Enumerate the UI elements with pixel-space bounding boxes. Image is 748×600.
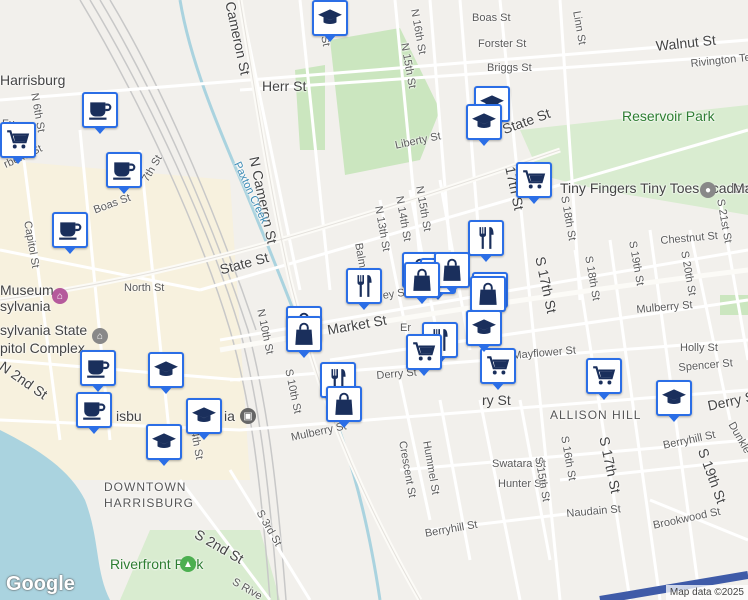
shopping-bag-icon	[439, 257, 465, 283]
map-marker-graduation-cap[interactable]	[466, 104, 502, 146]
city-label: Harrisburg	[0, 72, 66, 88]
map-marker-shopping-bag[interactable]	[326, 386, 362, 428]
poi-label: pitol Complex	[0, 340, 85, 356]
capitol-poi-icon[interactable]: ⌂	[92, 328, 108, 344]
neighborhood-label: ALLISON HILL	[550, 408, 642, 422]
neighborhood-label: DOWNTOWN	[104, 480, 187, 494]
museum-poi-icon[interactable]: ⌂	[52, 288, 68, 304]
graduation-cap-icon	[191, 403, 217, 429]
shopping-bag-icon	[475, 281, 501, 307]
park-poi-icon[interactable]: ▲	[180, 556, 196, 572]
map-marker-graduation-cap[interactable]	[656, 380, 692, 422]
coffee-icon	[81, 397, 107, 423]
map-marker-cart[interactable]	[516, 162, 552, 204]
cart-icon	[411, 339, 437, 365]
street-label: Er	[400, 322, 411, 334]
restaurant-icon	[473, 225, 499, 251]
coffee-icon	[111, 157, 137, 183]
neighborhood-label: HARRISBURG	[104, 496, 195, 510]
cart-icon	[5, 127, 31, 153]
map-canvas[interactable]: Boas St Forster St N 16th St Linn St Wal…	[0, 0, 748, 600]
coffee-icon	[85, 355, 111, 381]
map-marker-coffee[interactable]	[106, 152, 142, 194]
street-label: ry St	[482, 392, 511, 408]
map-marker-cart[interactable]	[586, 358, 622, 400]
map-marker-graduation-cap[interactable]	[186, 398, 222, 440]
restaurant-icon	[351, 273, 377, 299]
map-marker-coffee[interactable]	[82, 92, 118, 134]
shopping-bag-icon	[331, 391, 357, 417]
map-marker-cart[interactable]	[480, 348, 516, 390]
map-marker-coffee[interactable]	[52, 212, 88, 254]
map-marker-cart[interactable]	[0, 122, 36, 164]
poi-label[interactable]: Museum	[0, 282, 54, 298]
poi-label: Ma	[733, 180, 748, 196]
graduation-cap-icon	[151, 429, 177, 455]
graduation-cap-icon	[471, 109, 497, 135]
shopping-bag-icon	[291, 321, 317, 347]
street-label: ia	[224, 408, 235, 424]
cart-icon	[485, 353, 511, 379]
street-label: Forster St	[478, 38, 527, 50]
poi-label[interactable]: Tiny Fingers Tiny Toes Academy	[560, 180, 748, 196]
street-label: Briggs St	[487, 62, 532, 74]
train-station-icon[interactable]: ▣	[240, 408, 256, 424]
google-logo[interactable]: Google	[6, 573, 75, 596]
map-marker-restaurant[interactable]	[468, 220, 504, 262]
map-marker-graduation-cap[interactable]	[312, 0, 348, 42]
map-marker-coffee[interactable]	[80, 350, 116, 392]
cart-icon	[521, 167, 547, 193]
graduation-cap-icon	[661, 385, 687, 411]
graduation-cap-icon	[471, 315, 497, 341]
map-marker-coffee[interactable]	[76, 392, 112, 434]
school-poi-icon[interactable]: ●	[700, 182, 716, 198]
street-label: North St	[124, 282, 165, 294]
map-marker-restaurant[interactable]	[346, 268, 382, 310]
map-attribution[interactable]: Map data ©2025	[665, 585, 748, 600]
cart-icon	[591, 363, 617, 389]
street-label: Holly St	[680, 342, 718, 354]
park-label: Reservoir Park	[622, 108, 715, 124]
map-marker-graduation-cap[interactable]	[466, 310, 502, 352]
poi-label: sylvania	[0, 298, 51, 314]
poi-label[interactable]: sylvania State	[0, 322, 87, 338]
map-marker-graduation-cap[interactable]	[148, 352, 184, 394]
graduation-cap-icon	[317, 5, 343, 31]
graduation-cap-icon	[153, 357, 179, 383]
coffee-icon	[87, 97, 113, 123]
street-label: isbu	[116, 408, 142, 424]
shopping-bag-icon	[409, 267, 435, 293]
map-marker-graduation-cap[interactable]	[146, 424, 182, 466]
map-marker-shopping-bag[interactable]	[470, 276, 506, 318]
map-marker-shopping-bag[interactable]	[286, 316, 322, 358]
street-label: Herr St	[262, 78, 307, 94]
coffee-icon	[57, 217, 83, 243]
map-marker-cart[interactable]	[406, 334, 442, 376]
street-label: Boas St	[472, 12, 511, 24]
map-marker-shopping-bag[interactable]	[404, 262, 440, 304]
